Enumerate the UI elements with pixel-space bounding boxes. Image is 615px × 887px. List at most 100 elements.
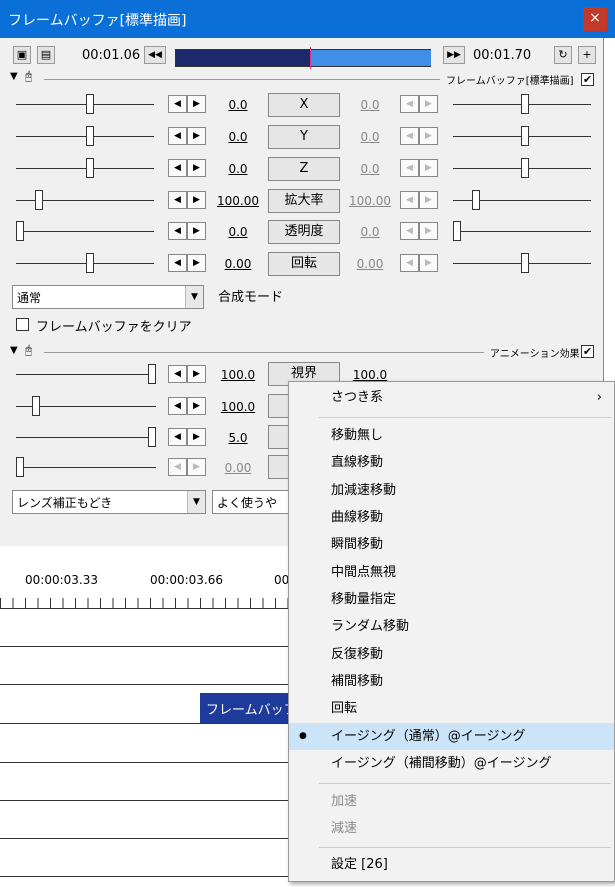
menu-item[interactable]: 中間点無視 bbox=[289, 559, 614, 586]
param-value[interactable]: 100.0 bbox=[211, 400, 265, 414]
slider-thumb[interactable] bbox=[86, 158, 94, 178]
param-button-opacity[interactable]: 透明度 bbox=[268, 220, 340, 244]
param-button-z[interactable]: Z bbox=[268, 157, 340, 181]
seek-cursor[interactable] bbox=[310, 47, 311, 69]
menu-item[interactable]: 補間移動 bbox=[289, 668, 614, 695]
slider-track[interactable] bbox=[16, 263, 154, 264]
param-value[interactable]: 100.00 bbox=[211, 194, 265, 208]
param-end-value[interactable]: 0.0 bbox=[343, 98, 397, 112]
param-end-stepper[interactable]: ◀ ▶ bbox=[400, 254, 438, 272]
collapse-icon[interactable]: ▼ bbox=[10, 345, 18, 356]
menu-item[interactable]: ランダム移動 bbox=[289, 613, 614, 640]
slider-thumb[interactable] bbox=[32, 396, 40, 416]
slider-track[interactable] bbox=[16, 437, 156, 438]
slider-track[interactable] bbox=[16, 168, 154, 169]
add-icon[interactable]: + bbox=[578, 46, 596, 64]
frame-icon[interactable]: ▣ bbox=[13, 46, 31, 64]
refresh-icon[interactable]: ↻ bbox=[554, 46, 572, 64]
param-value[interactable]: 100.0 bbox=[211, 368, 265, 382]
param-end-stepper[interactable]: ◀ ▶ bbox=[400, 222, 438, 240]
layer-icon[interactable]: ▤ bbox=[37, 46, 55, 64]
menu-item[interactable]: 加減速移動 bbox=[289, 477, 614, 504]
menu-item[interactable]: 回転 bbox=[289, 695, 614, 722]
menu-item-selected[interactable]: ● イージング（通常）@イージング bbox=[289, 723, 614, 750]
menu-item[interactable]: イージング（補間移動）@イージング bbox=[289, 750, 614, 777]
param-end-stepper[interactable]: ◀ ▶ bbox=[400, 191, 438, 209]
slider-track[interactable] bbox=[16, 104, 154, 105]
slider-track[interactable] bbox=[16, 374, 156, 375]
param-stepper[interactable]: ◀ ▶ bbox=[168, 159, 206, 177]
param-value[interactable]: 0.0 bbox=[211, 162, 265, 176]
param-end-stepper[interactable]: ◀ ▶ bbox=[400, 95, 438, 113]
menu-item-submenu[interactable]: さつき系 › bbox=[289, 384, 614, 411]
param-end-value[interactable]: 100.00 bbox=[343, 194, 397, 208]
menu-item[interactable]: 瞬間移動 bbox=[289, 531, 614, 558]
param-stepper[interactable]: ◀ ▶ bbox=[168, 365, 206, 383]
end-slider-thumb[interactable] bbox=[521, 158, 529, 178]
param-stepper[interactable]: ◀ ▶ bbox=[168, 458, 206, 476]
param-value[interactable]: 5.0 bbox=[211, 431, 265, 445]
slider-track[interactable] bbox=[16, 467, 156, 468]
effect-select[interactable]: レンズ補正もどき ▼ bbox=[12, 490, 206, 514]
preset-select[interactable]: よく使うやつ bbox=[212, 490, 292, 514]
end-slider-thumb[interactable] bbox=[521, 126, 529, 146]
menu-item[interactable]: 反復移動 bbox=[289, 641, 614, 668]
param-stepper[interactable]: ◀ ▶ bbox=[168, 428, 206, 446]
param-end-value[interactable]: 100.0 bbox=[343, 368, 397, 382]
param-stepper[interactable]: ◀ ▶ bbox=[168, 254, 206, 272]
param-end-value[interactable]: 0.0 bbox=[343, 225, 397, 239]
chevron-right-icon: › bbox=[596, 390, 602, 405]
slider-track[interactable] bbox=[16, 231, 154, 232]
seek-bar[interactable] bbox=[175, 47, 431, 69]
param-end-value[interactable]: 0.00 bbox=[343, 257, 397, 271]
slider-thumb[interactable] bbox=[35, 190, 43, 210]
menu-item[interactable]: 移動無し bbox=[289, 422, 614, 449]
section-enable-checkbox[interactable]: ✔ bbox=[581, 73, 594, 86]
param-value[interactable]: 0.00 bbox=[211, 257, 265, 271]
end-slider-thumb[interactable] bbox=[521, 94, 529, 114]
menu-item-settings[interactable]: 設定 [26] bbox=[289, 851, 614, 878]
param-button-y[interactable]: Y bbox=[268, 125, 340, 149]
param-stepper[interactable]: ◀ ▶ bbox=[168, 191, 206, 209]
param-end-value[interactable]: 0.0 bbox=[343, 130, 397, 144]
slider-track[interactable] bbox=[16, 136, 154, 137]
param-button-zoom[interactable]: 拡大率 bbox=[268, 189, 340, 213]
param-value[interactable]: 0.0 bbox=[211, 130, 265, 144]
slider-thumb[interactable] bbox=[16, 221, 24, 241]
param-end-value[interactable]: 0.0 bbox=[343, 162, 397, 176]
slider-thumb[interactable] bbox=[86, 253, 94, 273]
param-end-stepper[interactable]: ◀ ▶ bbox=[400, 159, 438, 177]
end-slider-thumb[interactable] bbox=[453, 221, 461, 241]
slider-thumb[interactable] bbox=[16, 457, 24, 477]
menu-item[interactable]: 移動量指定 bbox=[289, 586, 614, 613]
param-stepper[interactable]: ◀ ▶ bbox=[168, 397, 206, 415]
collapse-icon[interactable]: ▼ bbox=[10, 71, 18, 82]
menu-item[interactable]: 直線移動 bbox=[289, 449, 614, 476]
clear-buffer-checkbox[interactable] bbox=[16, 318, 29, 331]
seek-next-button[interactable]: ▶▶ bbox=[443, 46, 465, 64]
blend-mode-select[interactable]: 通常 ▼ bbox=[12, 285, 204, 309]
param-value[interactable]: 0.0 bbox=[211, 98, 265, 112]
param-button-x[interactable]: X bbox=[268, 93, 340, 117]
close-button[interactable]: × bbox=[583, 7, 607, 31]
param-stepper[interactable]: ◀ ▶ bbox=[168, 95, 206, 113]
slider-thumb[interactable] bbox=[148, 364, 156, 384]
section-enable-checkbox[interactable]: ✔ bbox=[581, 345, 594, 358]
slider-thumb[interactable] bbox=[86, 126, 94, 146]
timeline-clip[interactable]: フレームバッファ bbox=[200, 693, 300, 723]
param-value[interactable]: 0.0 bbox=[211, 225, 265, 239]
slider-thumb[interactable] bbox=[148, 427, 156, 447]
menu-item-label: イージング（通常）@イージング bbox=[331, 729, 526, 744]
end-slider-thumb[interactable] bbox=[472, 190, 480, 210]
seek-prev-button[interactable]: ◀◀ bbox=[144, 46, 166, 64]
chevron-down-icon: ▼ bbox=[185, 286, 203, 308]
param-stepper[interactable]: ◀ ▶ bbox=[168, 127, 206, 145]
end-slider-thumb[interactable] bbox=[521, 253, 529, 273]
param-button-rotation[interactable]: 回転 bbox=[268, 252, 340, 276]
param-stepper[interactable]: ◀ ▶ bbox=[168, 222, 206, 240]
param-value[interactable]: 0.00 bbox=[211, 461, 265, 475]
slider-thumb[interactable] bbox=[86, 94, 94, 114]
param-end-stepper[interactable]: ◀ ▶ bbox=[400, 127, 438, 145]
end-slider-track[interactable] bbox=[453, 231, 591, 232]
menu-item[interactable]: 曲線移動 bbox=[289, 504, 614, 531]
